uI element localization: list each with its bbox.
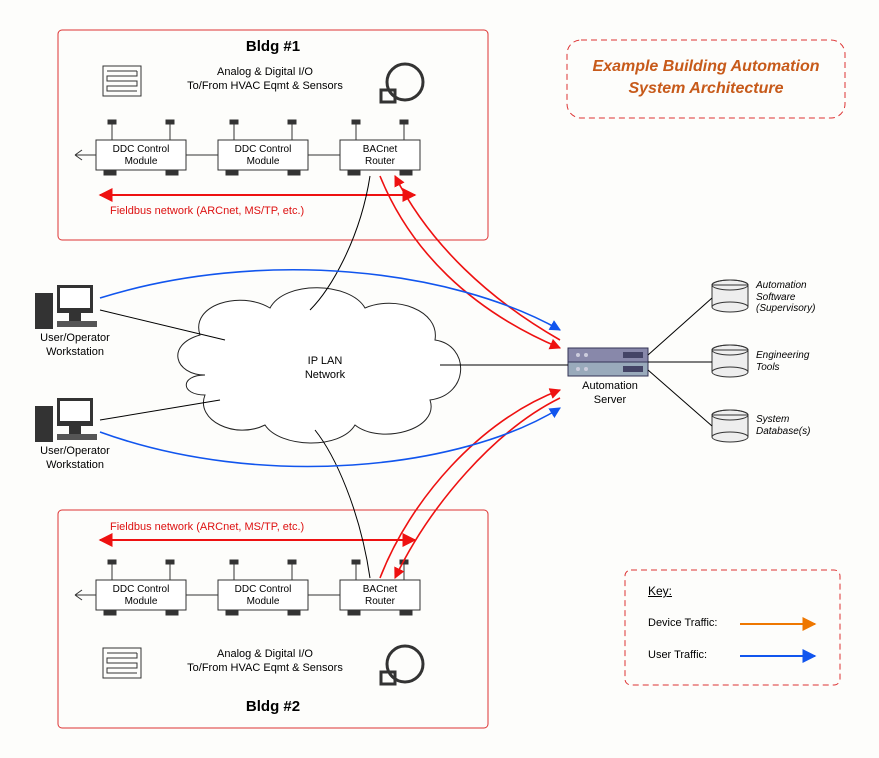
diagram-canvas xyxy=(0,0,879,758)
bldg2-title: Bldg #2 xyxy=(58,698,488,715)
db3-label: System Database(s) xyxy=(756,414,856,437)
bldg2-io-l1: Analog & Digital I/O xyxy=(217,648,313,660)
main-title-l2: System Architecture xyxy=(628,80,783,97)
bldg1-title: Bldg #1 xyxy=(58,38,488,55)
workstation1-label: User/Operator Workstation xyxy=(20,332,130,360)
workstation-icon-2 xyxy=(35,398,97,442)
hvac-coil-icon xyxy=(103,66,141,96)
bldg2-router: BACnet Router xyxy=(340,584,420,608)
bldg1-io-text: Analog & Digital I/O To/From HVAC Eqmt &… xyxy=(160,66,370,94)
bldg2-ddc2: DDC Control Module xyxy=(218,584,308,608)
bldg1-io-l2: To/From HVAC Eqmt & Sensors xyxy=(187,80,343,92)
diagram-main-title: Example Building Automation System Archi… xyxy=(567,56,845,99)
automation-server-label: Automation Server xyxy=(560,380,660,408)
db1-label: Automation Software (Supervisory) xyxy=(756,280,856,315)
db-icon-2 xyxy=(712,345,748,377)
hvac-coil-icon-b2 xyxy=(103,648,141,678)
key-title: Key: xyxy=(648,584,672,598)
bldg2-ddc1: DDC Control Module xyxy=(96,584,186,608)
db2-label: Engineering Tools xyxy=(756,350,856,373)
bldg2-fieldbus-label: Fieldbus network (ARCnet, MS/TP, etc.) xyxy=(110,521,304,533)
workstation-icon-1 xyxy=(35,285,97,329)
ip-lan-label: IP LAN Network xyxy=(270,355,380,383)
workstation2-label: User/Operator Workstation xyxy=(20,445,130,473)
bldg2-io-l2: To/From HVAC Eqmt & Sensors xyxy=(187,662,343,674)
bldg1-fieldbus-label: Fieldbus network (ARCnet, MS/TP, etc.) xyxy=(110,205,304,217)
bldg1-router: BACnet Router xyxy=(340,144,420,168)
db-icon-3 xyxy=(712,410,748,442)
main-title-l1: Example Building Automation xyxy=(593,58,820,75)
bldg1-ddc1: DDC Control Module xyxy=(96,144,186,168)
hvac-fan-icon-b2 xyxy=(381,646,423,684)
bldg1-ddc2: DDC Control Module xyxy=(218,144,308,168)
db-icon-1 xyxy=(712,280,748,312)
bldg2-io-text: Analog & Digital I/O To/From HVAC Eqmt &… xyxy=(160,648,370,676)
hvac-fan-icon xyxy=(381,64,423,102)
bldg1-io-l1: Analog & Digital I/O xyxy=(217,66,313,78)
key-user-label: User Traffic: xyxy=(648,649,707,661)
key-device-label: Device Traffic: xyxy=(648,617,718,629)
automation-server-icon xyxy=(568,348,648,376)
